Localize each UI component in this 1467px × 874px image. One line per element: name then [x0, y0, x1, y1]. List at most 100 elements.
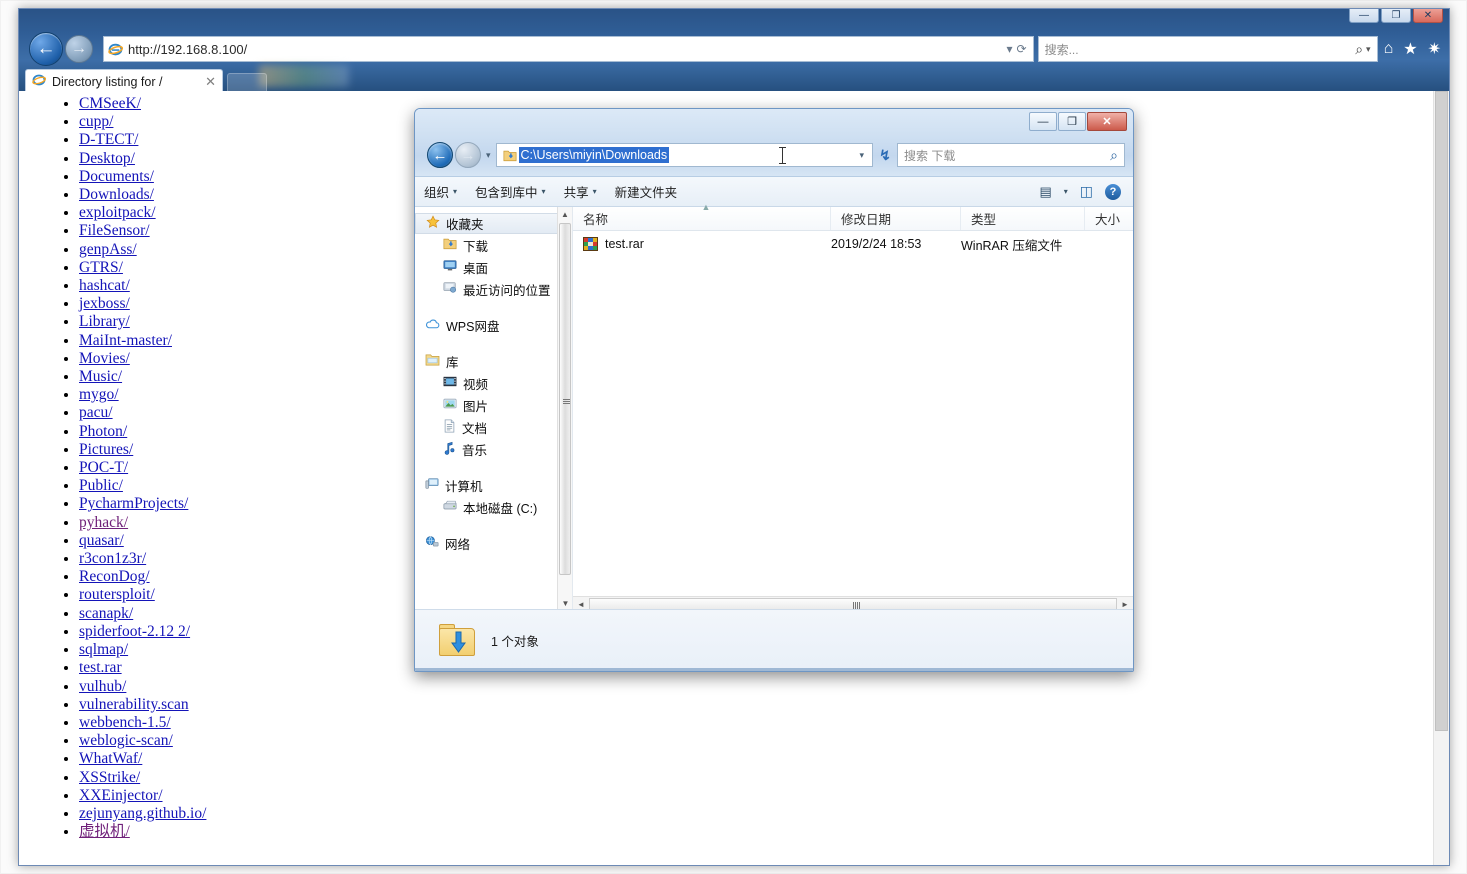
new-folder-button[interactable]: 新建文件夹: [606, 182, 687, 201]
directory-link[interactable]: sqlmap/: [79, 641, 128, 658]
sidebar-item-libraries[interactable]: 库: [415, 350, 572, 372]
browser-forward-button[interactable]: →: [65, 35, 93, 63]
directory-link[interactable]: POC-T/: [79, 459, 128, 476]
refresh-icon[interactable]: ⟳: [1017, 42, 1027, 56]
sidebar-item-downloads[interactable]: 下载: [415, 234, 572, 256]
directory-link[interactable]: vulnerability.scan: [79, 696, 189, 713]
address-dropdown-icon[interactable]: ▾: [1006, 42, 1012, 56]
directory-link[interactable]: spiderfoot-2.12 2/: [79, 623, 190, 640]
directory-link[interactable]: weblogic-scan/: [79, 732, 173, 749]
hscroll-right-icon[interactable]: ►: [1117, 600, 1133, 609]
directory-link[interactable]: PycharmProjects/: [79, 495, 188, 512]
include-in-library-button[interactable]: 包含到库中 ▾: [466, 182, 555, 201]
table-row[interactable]: test.rar 2019/2/24 18:53 WinRAR 压缩文件: [573, 231, 1133, 257]
sidebar-scrollbar[interactable]: ▲ ▼: [557, 207, 572, 611]
column-header-date-modified[interactable]: 修改日期: [831, 207, 961, 230]
directory-link[interactable]: Downloads/: [79, 186, 154, 203]
explorer-maximize-button[interactable]: ❐: [1058, 112, 1086, 131]
directory-link[interactable]: Desktop/: [79, 150, 135, 167]
directory-link[interactable]: XXEinjector/: [79, 787, 163, 804]
share-button[interactable]: 共享 ▾: [555, 182, 606, 201]
search-dropdown-icon[interactable]: ▾: [1366, 44, 1371, 55]
directory-link[interactable]: routersploit/: [79, 586, 155, 603]
browser-minimize-button[interactable]: —: [1349, 9, 1379, 23]
browser-close-button[interactable]: ✕: [1413, 9, 1443, 23]
sidebar-item-wps-cloud[interactable]: WPS网盘: [415, 314, 572, 336]
directory-link[interactable]: mygo/: [79, 386, 119, 403]
explorer-minimize-button[interactable]: —: [1029, 112, 1057, 131]
directory-link[interactable]: genpAss/: [79, 241, 137, 258]
sidebar-item-favorites[interactable]: 收藏夹: [415, 213, 572, 234]
browser-maximize-button[interactable]: ❐: [1381, 9, 1411, 23]
directory-link[interactable]: vulhub/: [79, 678, 126, 695]
column-header-type[interactable]: 类型: [961, 207, 1085, 230]
directory-link[interactable]: scanapk/: [79, 605, 133, 622]
directory-link[interactable]: webbench-1.5/: [79, 714, 171, 731]
browser-address-bar[interactable]: http://192.168.8.100/ ▾ ⟳: [103, 36, 1034, 62]
directory-link[interactable]: 虚拟机/: [79, 823, 130, 840]
page-scrollbar-thumb[interactable]: [1435, 91, 1448, 731]
browser-back-button[interactable]: ←: [29, 32, 63, 66]
gear-icon[interactable]: ✷: [1428, 39, 1441, 59]
directory-link[interactable]: MaiInt-master/: [79, 332, 172, 349]
directory-link[interactable]: GTRS/: [79, 259, 123, 276]
directory-link[interactable]: test.rar: [79, 659, 122, 676]
sidebar-item-desktop[interactable]: 桌面: [415, 256, 572, 278]
directory-link[interactable]: exploitpack/: [79, 204, 156, 221]
directory-link[interactable]: Library/: [79, 313, 130, 330]
directory-link[interactable]: WhatWaf/: [79, 750, 142, 767]
explorer-forward-button[interactable]: →: [455, 142, 481, 168]
file-name-cell[interactable]: test.rar: [573, 237, 831, 251]
explorer-address-bar[interactable]: C:\Users\miyin\Downloads ▾: [495, 143, 873, 167]
directory-link[interactable]: CMSeeK/: [79, 95, 141, 112]
organize-button[interactable]: 组织 ▾: [415, 182, 466, 201]
explorer-refresh-button[interactable]: ↯: [873, 147, 897, 164]
sidebar-item-music[interactable]: 音乐: [415, 438, 572, 460]
help-icon[interactable]: ?: [1105, 183, 1121, 200]
directory-link[interactable]: jexboss/: [79, 295, 130, 312]
preview-pane-icon[interactable]: ◫: [1080, 183, 1093, 200]
directory-link[interactable]: Movies/: [79, 350, 130, 367]
directory-link[interactable]: Public/: [79, 477, 123, 494]
view-options-icon[interactable]: ▤: [1039, 184, 1051, 200]
browser-search-box[interactable]: 搜索... ⌕ ▾: [1037, 36, 1378, 62]
explorer-search-box[interactable]: 搜索 下载 ⌕: [897, 143, 1125, 167]
sidebar-item-pictures[interactable]: 图片: [415, 394, 572, 416]
directory-link[interactable]: pacu/: [79, 404, 113, 421]
explorer-search-icon[interactable]: ⌕: [1110, 147, 1118, 164]
directory-link[interactable]: quasar/: [79, 532, 124, 549]
favorites-star-icon[interactable]: ★: [1403, 39, 1417, 59]
search-icon[interactable]: ⌕: [1355, 41, 1363, 58]
directory-link[interactable]: pyhack/: [79, 514, 128, 531]
directory-link[interactable]: Music/: [79, 368, 122, 385]
directory-link[interactable]: cupp/: [79, 113, 113, 130]
sidebar-item-documents[interactable]: 文档: [415, 416, 572, 438]
directory-link[interactable]: FileSensor/: [79, 222, 150, 239]
hscroll-left-icon[interactable]: ◄: [573, 600, 589, 609]
column-header-size[interactable]: 大小: [1085, 207, 1133, 230]
page-scrollbar[interactable]: [1433, 91, 1449, 865]
directory-link[interactable]: ReconDog/: [79, 568, 150, 585]
directory-link[interactable]: r3con1z3r/: [79, 550, 146, 567]
directory-link[interactable]: zejunyang.github.io/: [79, 805, 206, 822]
sidebar-item-network[interactable]: 网络: [415, 532, 572, 554]
sidebar-item-recent-places[interactable]: 最近访问的位置: [415, 278, 572, 300]
directory-link[interactable]: XSStrike/: [79, 769, 140, 786]
sidebar-scroll-up-icon[interactable]: ▲: [558, 207, 572, 222]
column-header-name[interactable]: ▲ 名称: [573, 202, 831, 230]
explorer-close-button[interactable]: ✕: [1087, 112, 1127, 131]
explorer-address-dropdown-icon[interactable]: ▾: [859, 150, 868, 161]
directory-link[interactable]: Documents/: [79, 168, 154, 185]
sidebar-item-computer[interactable]: 计算机: [415, 474, 572, 496]
sidebar-scrollbar-thumb[interactable]: [559, 223, 571, 575]
explorer-back-button[interactable]: ←: [427, 142, 453, 168]
sidebar-item-videos[interactable]: 视频: [415, 372, 572, 394]
directory-link[interactable]: Photon/: [79, 423, 127, 440]
explorer-recent-dropdown-icon[interactable]: ▾: [486, 150, 491, 161]
view-options-chevron-down-icon[interactable]: ▾: [1064, 187, 1068, 196]
sidebar-item-local-disk[interactable]: 本地磁盘 (C:): [415, 496, 572, 518]
directory-link[interactable]: Pictures/: [79, 441, 133, 458]
home-icon[interactable]: ⌂: [1384, 40, 1394, 58]
directory-link[interactable]: hashcat/: [79, 277, 130, 294]
directory-link[interactable]: D-TECT/: [79, 131, 138, 148]
